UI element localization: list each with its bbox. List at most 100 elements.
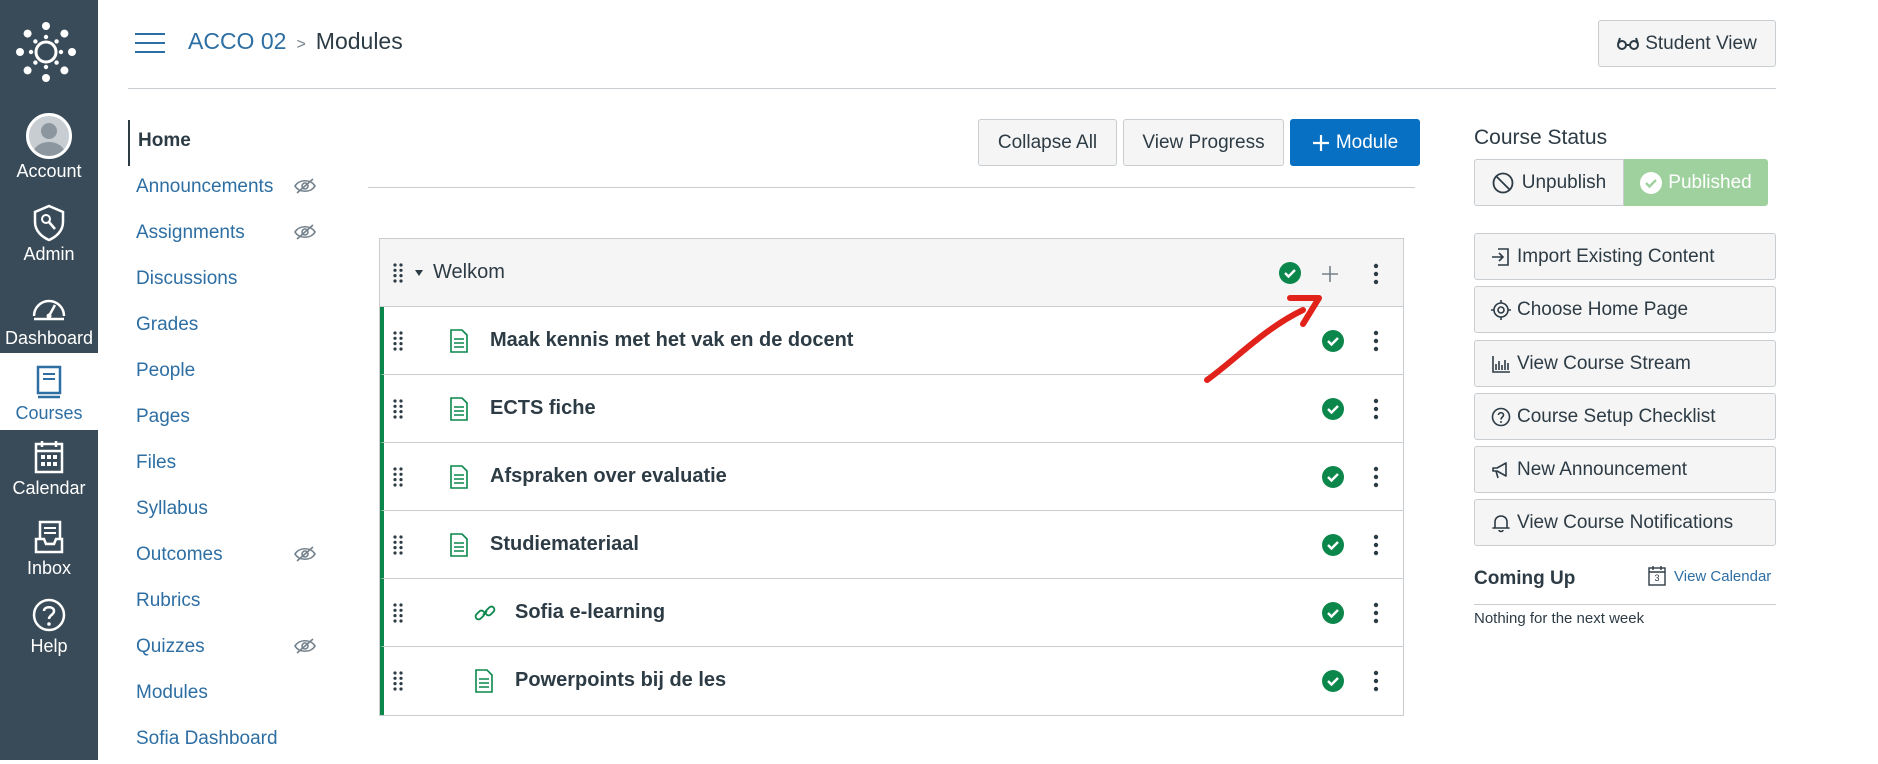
canvas-logo-icon[interactable]	[16, 22, 76, 82]
kebab-menu-icon[interactable]	[1373, 330, 1379, 352]
published-check-icon[interactable]	[1322, 398, 1344, 420]
inbox-icon	[34, 520, 64, 554]
collapse-all-label: Collapse All	[997, 131, 1098, 153]
kebab-menu-icon[interactable]	[1373, 534, 1379, 556]
global-nav-label: Admin	[23, 244, 75, 264]
page-document-icon	[450, 329, 468, 353]
kebab-menu-icon[interactable]	[1373, 670, 1379, 692]
course-nav-item-syllabus[interactable]: Syllabus	[128, 488, 328, 534]
global-nav-label: Help	[30, 636, 68, 656]
course-nav-item-files[interactable]: Files	[128, 442, 328, 488]
drag-handle-icon[interactable]	[393, 331, 403, 351]
global-nav-label: Calendar	[12, 478, 86, 498]
page-document-icon	[450, 397, 468, 421]
sidebar-button-label: View Course Notifications	[1517, 511, 1734, 533]
course-nav-item-discussions[interactable]: Discussions	[128, 258, 328, 304]
drag-handle-icon[interactable]	[393, 535, 403, 555]
module-item-title[interactable]: Sofia e-learning	[515, 601, 665, 624]
module-item-title[interactable]: Afspraken over evaluatie	[490, 465, 727, 488]
student-view-button[interactable]: Student View	[1598, 20, 1776, 67]
drag-handle-icon[interactable]	[393, 603, 403, 623]
unpublish-button[interactable]: Unpublish	[1474, 159, 1624, 206]
course-nav-label: Home	[138, 130, 191, 151]
drag-handle-icon[interactable]	[393, 467, 403, 487]
drag-handle-icon[interactable]	[393, 671, 403, 691]
add-module-button[interactable]: Module	[1290, 119, 1420, 166]
sidebar-button-label: Import Existing Content	[1517, 245, 1715, 267]
course-nav-item-assignments[interactable]: Assignments	[128, 212, 328, 258]
admin-shield-icon	[33, 204, 65, 242]
module-item[interactable]: Studiemateriaal	[380, 511, 1403, 579]
course-nav: Home Announcements Assignments Discussio…	[128, 120, 328, 764]
course-nav-item-outcomes[interactable]: Outcomes	[128, 534, 328, 580]
unpublish-label: Unpublish	[1521, 171, 1607, 193]
course-nav-item-pages[interactable]: Pages	[128, 396, 328, 442]
page-document-icon	[475, 669, 493, 693]
coming-up-empty-message: Nothing for the next week	[1474, 610, 1645, 627]
kebab-menu-icon[interactable]	[1373, 466, 1379, 488]
glasses-icon	[1617, 37, 1640, 50]
hidden-eye-icon	[294, 224, 316, 240]
global-nav-inbox[interactable]: Inbox	[0, 518, 98, 579]
kebab-menu-icon[interactable]	[1373, 263, 1379, 285]
view-course-stream-button[interactable]: View Course Stream	[1474, 340, 1776, 387]
import-existing-content-button[interactable]: Import Existing Content	[1474, 233, 1776, 280]
drag-handle-icon[interactable]	[393, 399, 403, 419]
published-check-icon[interactable]	[1322, 670, 1344, 692]
collapse-all-button[interactable]: Collapse All	[978, 119, 1117, 166]
module-item-title[interactable]: Studiemateriaal	[490, 533, 639, 556]
coming-up-divider	[1474, 604, 1776, 605]
module-item-title[interactable]: ECTS fiche	[490, 397, 596, 420]
sidebar-button-label: New Announcement	[1517, 458, 1688, 480]
annotation-arrow	[1204, 295, 1322, 383]
course-nav-item-modules[interactable]: Modules	[128, 672, 328, 718]
hidden-eye-icon	[294, 178, 316, 194]
global-nav-admin[interactable]: Admin	[0, 204, 98, 265]
drag-handle-icon[interactable]	[393, 263, 403, 283]
stream-chart-icon	[1492, 355, 1510, 373]
course-nav-item-quizzes[interactable]: Quizzes	[128, 626, 328, 672]
view-progress-button[interactable]: View Progress	[1123, 119, 1284, 166]
sidebar-button-label: Course Setup Checklist	[1517, 405, 1716, 427]
breadcrumb-course-link[interactable]: ACCO 02	[188, 28, 286, 54]
published-check-icon[interactable]	[1322, 534, 1344, 556]
module-item-title[interactable]: Powerpoints bij de les	[515, 669, 726, 692]
view-calendar-link[interactable]: 3 View Calendar	[1648, 566, 1771, 586]
module-item[interactable]: Afspraken over evaluatie	[380, 443, 1403, 511]
course-nav-label: People	[136, 360, 196, 381]
published-button[interactable]: Published	[1624, 159, 1768, 206]
global-nav-dashboard[interactable]: Dashboard	[0, 288, 98, 349]
choose-home-page-button[interactable]: Choose Home Page	[1474, 286, 1776, 333]
kebab-menu-icon[interactable]	[1373, 602, 1379, 624]
course-menu-toggle-button[interactable]	[135, 33, 165, 55]
course-nav-item-home[interactable]: Home	[128, 120, 328, 166]
add-module-label: Module	[1335, 131, 1399, 153]
kebab-menu-icon[interactable]	[1373, 398, 1379, 420]
global-nav-help[interactable]: Help	[0, 596, 98, 657]
course-status-toggle: Unpublish Published	[1474, 159, 1768, 206]
global-nav-courses[interactable]: Courses	[0, 353, 98, 430]
course-nav-item-announcements[interactable]: Announcements	[128, 166, 328, 212]
collapse-caret-icon[interactable]	[414, 269, 424, 277]
published-check-icon[interactable]	[1322, 466, 1344, 488]
view-course-notifications-button[interactable]: View Course Notifications	[1474, 499, 1776, 546]
course-nav-label: Grades	[136, 314, 199, 335]
module-item[interactable]: Powerpoints bij de les	[380, 647, 1403, 715]
course-status-heading: Course Status	[1474, 126, 1608, 149]
course-nav-item-rubrics[interactable]: Rubrics	[128, 580, 328, 626]
published-check-icon[interactable]	[1322, 602, 1344, 624]
course-setup-checklist-button[interactable]: Course Setup Checklist	[1474, 393, 1776, 440]
calendar-icon	[34, 441, 64, 474]
course-nav-label: Assignments	[136, 222, 245, 243]
global-nav-calendar[interactable]: Calendar	[0, 438, 98, 499]
global-nav-account[interactable]: Account	[0, 113, 98, 182]
page-document-icon	[450, 533, 468, 557]
module-item-title[interactable]: Maak kennis met het vak en de docent	[490, 329, 853, 352]
module-item[interactable]: Sofia e-learning	[380, 579, 1403, 647]
megaphone-icon	[1492, 461, 1507, 478]
course-nav-item-grades[interactable]: Grades	[128, 304, 328, 350]
course-nav-item-people[interactable]: People	[128, 350, 328, 396]
question-circle-icon	[1491, 407, 1511, 426]
new-announcement-button[interactable]: New Announcement	[1474, 446, 1776, 493]
course-nav-item-sofia-dashboard[interactable]: Sofia Dashboard	[128, 718, 328, 764]
